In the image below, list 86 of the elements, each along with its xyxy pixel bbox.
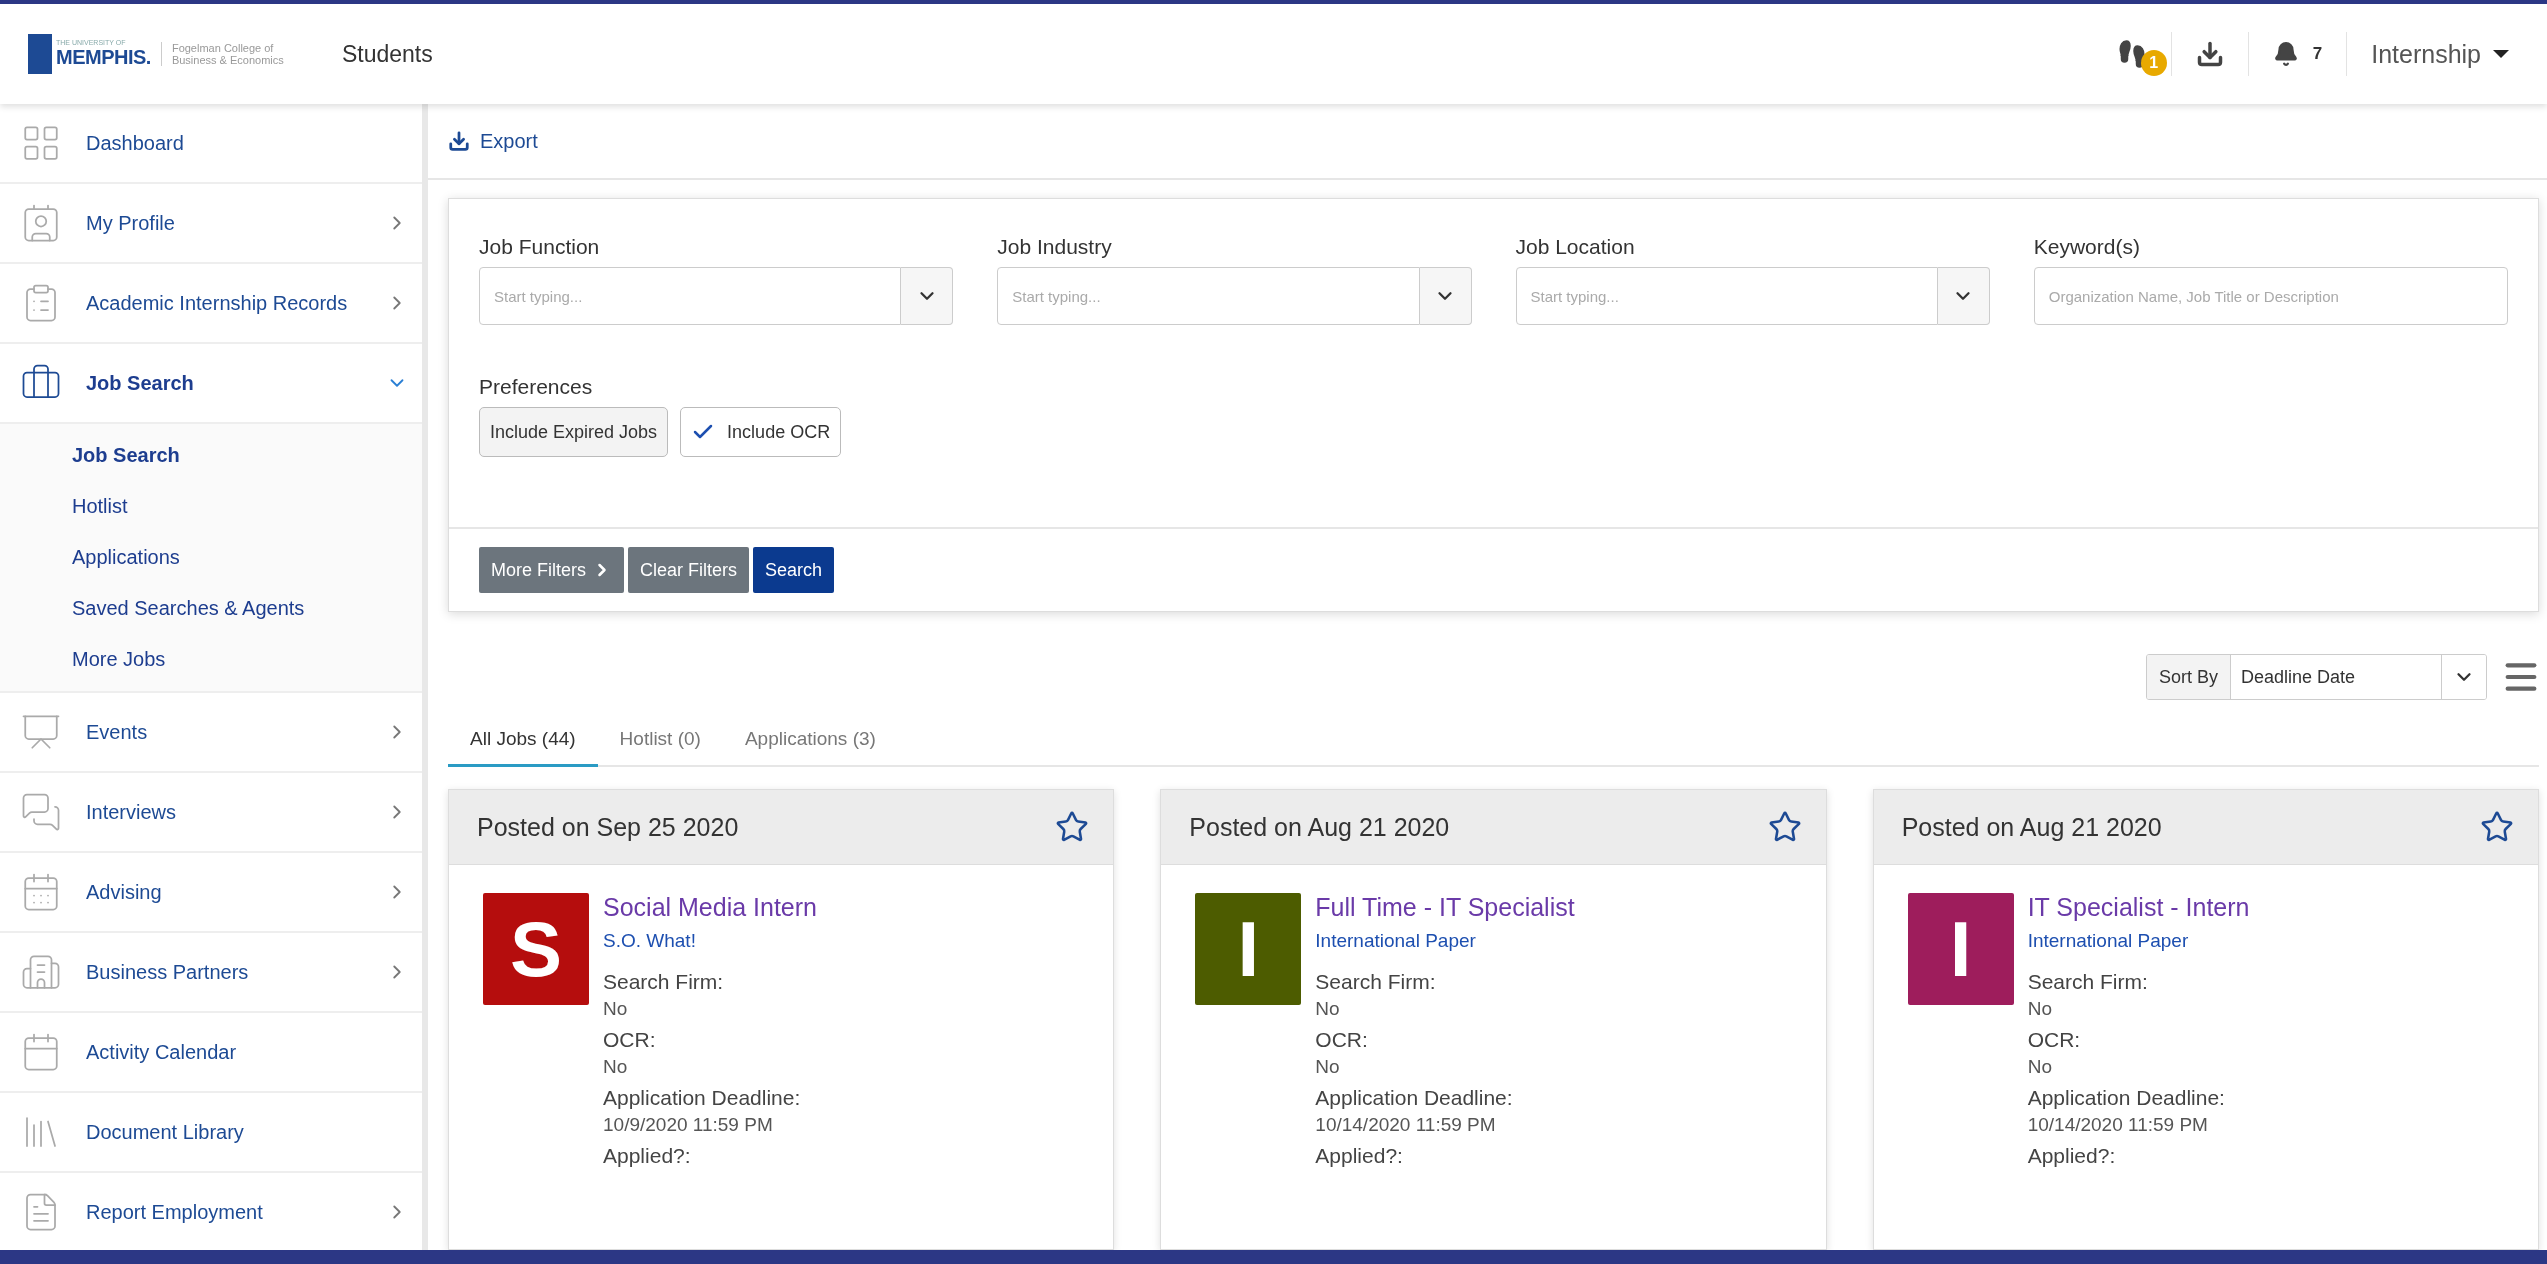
field-label: Job Location [1515, 235, 1636, 259]
section-title: Students [341, 40, 433, 68]
field-value: No [2027, 998, 2053, 1020]
chat-bubbles-icon [20, 791, 62, 833]
field-name: Applied?: [2027, 1144, 2117, 1168]
field-name: Application Deadline: [2027, 1086, 2226, 1110]
posted-date: Posted on Sep 25 2020 [477, 812, 739, 842]
dropdown-toggle[interactable] [1937, 267, 1990, 325]
caret-icon [2493, 50, 2509, 58]
company-link[interactable]: International Paper [1315, 930, 1575, 952]
field-value: No [1315, 1056, 1341, 1078]
input-field[interactable]: Start typing... [997, 267, 1420, 325]
field-name: Applied?: [603, 1144, 692, 1168]
sidebar-item[interactable]: Business Partners [0, 933, 422, 1013]
tab[interactable]: Applications (3) [722, 714, 898, 767]
favorite-star-icon[interactable] [2480, 810, 2514, 844]
company-logo: I [1195, 893, 1302, 1005]
job-title-link[interactable]: IT Specialist - Intern [2027, 893, 2250, 922]
bell-icon[interactable] [2272, 41, 2299, 67]
export-label: Export [480, 129, 538, 153]
field-name: Search Firm: [2027, 970, 2149, 994]
field-value: No [603, 1056, 629, 1078]
field-name: OCR: [2027, 1028, 2082, 1052]
notification-count: 7 [2312, 44, 2323, 64]
sidebar-item[interactable]: My Profile [0, 184, 422, 264]
field-name: Search Firm: [1315, 970, 1437, 994]
sidebar-item[interactable]: Events [0, 693, 422, 773]
field-name: Applied?: [1315, 1144, 1404, 1168]
sidebar-item[interactable]: Interviews [0, 773, 422, 853]
posted-date: Posted on Aug 21 2020 [1901, 812, 2162, 842]
sidebar-item[interactable]: Dashboard [0, 104, 422, 184]
count-badge: 1 [2140, 50, 2167, 76]
export-link[interactable]: Export [448, 129, 538, 153]
sidebar-item[interactable]: Activity Calendar [0, 1013, 422, 1093]
logo-wordmark: MEMPHIS. [56, 46, 151, 69]
posted-date: Posted on Aug 21 2020 [1189, 812, 1450, 842]
submenu-item[interactable]: More Jobs [0, 634, 422, 685]
field-name: Application Deadline: [1315, 1086, 1514, 1110]
field-value: 10/14/2020 11:59 PM [2027, 1114, 2209, 1136]
input-field[interactable]: Start typing... [479, 267, 902, 325]
job-title-link[interactable]: Full Time - IT Specialist [1315, 893, 1575, 922]
favorite-star-icon[interactable] [1055, 810, 1090, 844]
sort-control[interactable]: Sort By Deadline Date [2145, 654, 2487, 700]
submenu-item[interactable]: Saved Searches & Agents [0, 583, 422, 634]
field-name: OCR: [1315, 1028, 1369, 1052]
college-name: Fogelman College of Business & Economics [160, 42, 292, 66]
job-title-link[interactable]: Social Media Intern [603, 893, 817, 922]
submenu-item[interactable]: Job Search [0, 430, 422, 481]
company-logo: I [1907, 893, 2014, 1005]
role-dropdown[interactable]: Internship [2347, 39, 2519, 69]
filter-button[interactable]: Clear Filters [628, 547, 750, 593]
preference-toggle[interactable]: Include Expired Jobs [479, 407, 669, 457]
download-icon [448, 130, 470, 152]
field-value: No [603, 998, 629, 1020]
submenu-item[interactable]: Hotlist [0, 481, 422, 532]
field-value: No [2027, 1056, 2053, 1078]
input-field[interactable]: Organization Name, Job Title or Description [2033, 267, 2508, 325]
sidebar-item[interactable]: Academic Internship Records [0, 264, 422, 344]
sidebar-item[interactable]: Document Library [0, 1093, 422, 1173]
tab[interactable]: All Jobs (44) [448, 714, 598, 767]
field-name: OCR: [603, 1028, 657, 1052]
field-label: Job Industry [997, 235, 1113, 259]
field-value: No [1315, 998, 1341, 1020]
field-value: 10/14/2020 11:59 PM [1315, 1114, 1497, 1136]
company-link[interactable]: International Paper [2027, 930, 2250, 952]
company-logo: S [483, 893, 589, 1005]
preference-toggle[interactable]: Include OCR [680, 407, 842, 457]
dropdown-toggle[interactable] [1419, 267, 1472, 325]
preferences-label: Preferences [479, 375, 594, 399]
field-label: Job Function [479, 235, 601, 259]
filter-button[interactable]: Search [753, 547, 835, 593]
favorite-star-icon[interactable] [1767, 810, 1802, 844]
field-value: 10/9/2020 11:59 PM [603, 1114, 774, 1136]
field-name: Application Deadline: [603, 1086, 802, 1110]
company-link[interactable]: S.O. What! [603, 930, 817, 952]
filter-button[interactable]: More Filters [479, 547, 624, 593]
sidebar-item[interactable]: Advising [0, 853, 422, 933]
input-field[interactable]: Start typing... [1515, 267, 1938, 325]
field-name: Search Firm: [603, 970, 725, 994]
dropdown-toggle[interactable] [901, 267, 954, 325]
download-icon[interactable] [2195, 40, 2224, 68]
sort-label: Sort By [2146, 655, 2231, 699]
field-label: Keyword(s) [2033, 235, 2141, 259]
tab[interactable]: Hotlist (0) [597, 714, 723, 767]
logo-mark-icon [28, 34, 52, 74]
submenu-item[interactable]: Applications [0, 532, 422, 583]
